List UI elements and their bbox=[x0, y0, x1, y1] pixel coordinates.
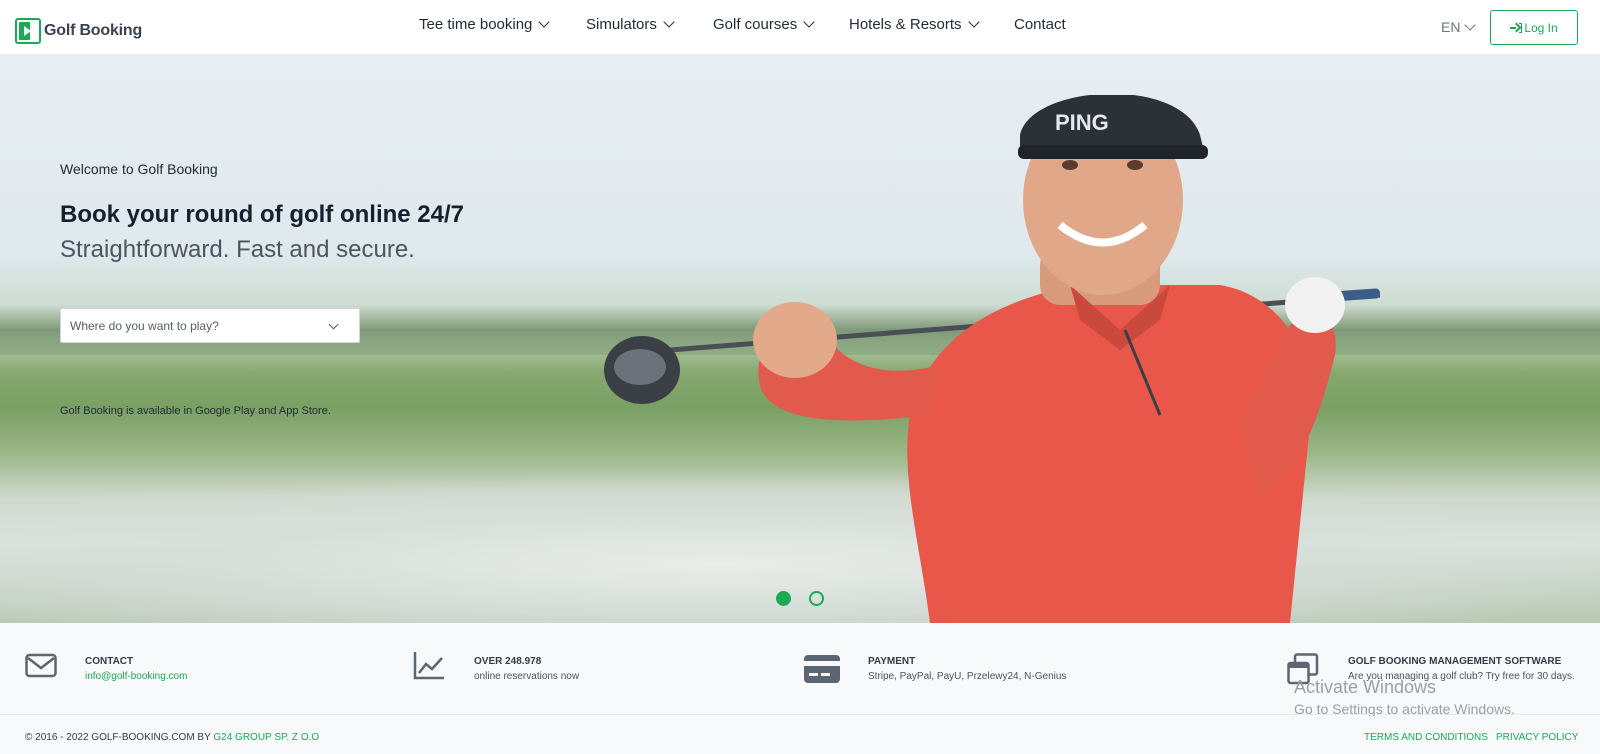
language-label: EN bbox=[1441, 19, 1461, 35]
watermark-title: Activate Windows bbox=[1294, 677, 1437, 697]
chevron-down-icon bbox=[328, 319, 339, 330]
nav-label: Contact bbox=[1014, 16, 1066, 33]
chevron-down-icon bbox=[538, 16, 551, 28]
watermark-subtitle: Go to Settings to activate Windows. bbox=[1294, 701, 1515, 717]
app-availability-text: Golf Booking is available in Google Play… bbox=[60, 405, 331, 417]
copyright-text: © 2016 - 2022 GOLF-BOOKING.COM BY bbox=[25, 732, 211, 743]
nav-label: Golf courses bbox=[713, 16, 798, 33]
info-text: online reservations now bbox=[474, 671, 580, 682]
info-title: CONTACT bbox=[85, 656, 134, 667]
carousel-dots bbox=[776, 591, 842, 606]
sign-in-icon bbox=[1510, 22, 1523, 33]
carousel-dot-2[interactable] bbox=[809, 591, 824, 606]
terms-link[interactable]: TERMS AND CONDITIONS bbox=[1364, 732, 1488, 743]
info-text: Stripe, PayPal, PayU, Przelewy24, N-Geni… bbox=[868, 671, 1067, 682]
hero-banner: PING Welcome to Golf Booking Book your r… bbox=[0, 55, 1600, 623]
windows-activation-watermark: Activate Windows Go to Settings to activ… bbox=[1294, 677, 1515, 717]
contact-email-link[interactable]: info@golf-booking.com bbox=[85, 671, 187, 682]
info-title: PAYMENT bbox=[868, 656, 916, 667]
site-footer: © 2016 - 2022 GOLF-BOOKING.COM BY G24 GR… bbox=[0, 716, 1600, 754]
login-button[interactable]: Log In bbox=[1490, 10, 1578, 45]
credit-card-icon bbox=[804, 655, 840, 683]
site-header: Golf Booking Tee time booking Simulators… bbox=[0, 0, 1600, 55]
carousel-dot-1[interactable] bbox=[776, 591, 791, 606]
nav-golf-courses[interactable]: Golf courses bbox=[713, 16, 815, 33]
hero-headline: Book your round of golf online 24/7 bbox=[60, 201, 465, 228]
chevron-down-icon bbox=[663, 16, 675, 28]
chevron-down-icon bbox=[967, 16, 980, 28]
hero-welcome: Welcome to Golf Booking bbox=[60, 161, 218, 177]
info-title: GOLF BOOKING MANAGEMENT SOFTWARE bbox=[1348, 656, 1562, 667]
nav-tee-time-booking[interactable]: Tee time booking bbox=[419, 16, 551, 33]
location-search-select[interactable]: Where do you want to play? bbox=[60, 308, 360, 343]
company-link[interactable]: G24 GROUP SP. Z O.O bbox=[213, 732, 319, 743]
nav-contact[interactable]: Contact bbox=[1014, 16, 1066, 33]
nav-label: Simulators bbox=[586, 16, 657, 33]
nav-label: Tee time booking bbox=[419, 16, 533, 33]
nav-label: Hotels & Resorts bbox=[849, 16, 962, 33]
svg-text:PING: PING bbox=[1055, 110, 1109, 135]
info-title: OVER 248.978 bbox=[474, 656, 542, 667]
chevron-down-icon bbox=[1464, 18, 1477, 31]
nav-simulators[interactable]: Simulators bbox=[586, 16, 675, 33]
chevron-down-icon bbox=[803, 16, 815, 28]
language-selector[interactable]: EN bbox=[1441, 18, 1477, 35]
chart-line-icon bbox=[413, 652, 444, 680]
hero-subline: Straightforward. Fast and secure. bbox=[60, 236, 415, 263]
main-nav: Tee time booking Simulators Golf courses… bbox=[0, 16, 1600, 38]
envelope-icon bbox=[25, 653, 57, 678]
search-placeholder: Where do you want to play? bbox=[70, 318, 219, 333]
privacy-link[interactable]: PRIVACY POLICY bbox=[1496, 732, 1578, 743]
login-label: Log In bbox=[1524, 20, 1558, 35]
copyright: © 2016 - 2022 GOLF-BOOKING.COM BY G24 GR… bbox=[25, 732, 319, 743]
golfer-image: PING bbox=[604, 95, 1381, 623]
nav-hotels-resorts[interactable]: Hotels & Resorts bbox=[849, 16, 980, 33]
